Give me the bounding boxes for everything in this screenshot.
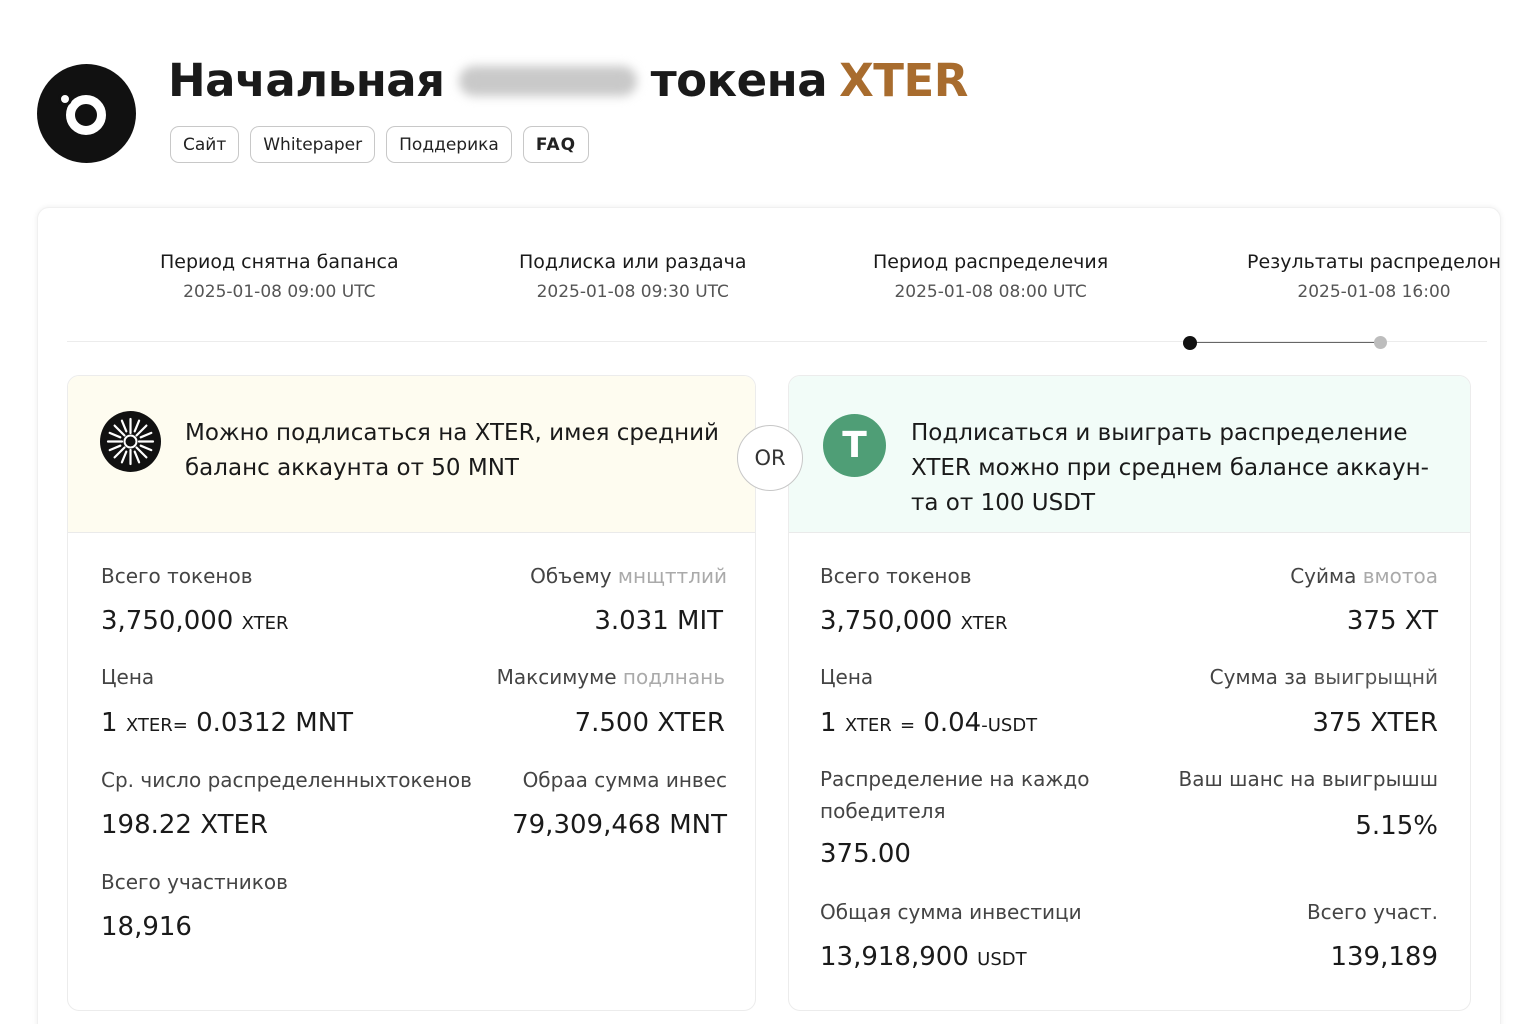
stage-results: Результаты распределон 2025-01-08 16:00 bbox=[1247, 251, 1501, 302]
participants-value: 139,189 bbox=[1330, 942, 1438, 972]
total-tokens-value: 3,750,000 XTER bbox=[820, 606, 1007, 636]
total-investment-value: 79,309,468 MNT bbox=[512, 810, 727, 840]
value-number: 3,750,000 bbox=[101, 606, 234, 636]
timeline-progress bbox=[1190, 342, 1380, 343]
whitepaper-link-button[interactable]: Whitepaper bbox=[250, 126, 376, 163]
value-number: 13,918,900 bbox=[820, 942, 969, 972]
price-equals: = bbox=[172, 715, 188, 736]
total-tokens-label: Всего токенов bbox=[101, 564, 253, 588]
max-subscription-label: Максимуме подлнань bbox=[497, 665, 725, 689]
total-tokens-value: 3,750,000 XTER bbox=[101, 606, 288, 636]
title-blurred-word bbox=[458, 65, 637, 96]
price-value: 1 XTER= 0.0312 MNT bbox=[101, 708, 353, 738]
per-winner-value: 375.00 bbox=[820, 839, 911, 869]
max-subscription-value: 7.500 XTER bbox=[574, 708, 725, 738]
participants-label: Всего участников bbox=[101, 870, 288, 894]
win-chance-label: Ваш шанс на выигрышш bbox=[1178, 767, 1438, 791]
value-unit: XTER bbox=[241, 613, 289, 634]
stage-date: 2025-01-08 09:30 UTC bbox=[536, 282, 729, 302]
stage-subscription: Подлиска или раздача 2025-01-08 09:30 UT… bbox=[519, 251, 746, 302]
or-separator: OR bbox=[737, 425, 803, 491]
title-part1: Начальная bbox=[168, 54, 445, 107]
timeline-next-dot bbox=[1374, 336, 1387, 349]
title-part2: токена bbox=[650, 54, 828, 107]
usdt-token-icon: T bbox=[823, 414, 886, 477]
stage-title: Период распределечия bbox=[873, 251, 1109, 273]
stage-title: Подлиска или раздача bbox=[519, 251, 747, 273]
price-label: Цена bbox=[820, 665, 874, 689]
price-one: 1 bbox=[820, 708, 837, 738]
label-visible: Максимуме bbox=[496, 665, 617, 689]
avg-tokens-label: Ср. число распределенныхтокенов bbox=[101, 768, 472, 792]
total-investment-label: Обраа сумма инвес bbox=[522, 768, 727, 792]
price-one: 1 bbox=[101, 708, 118, 738]
project-links: Сайт Whitepaper Поддерика FAQ bbox=[170, 126, 590, 163]
value-number: 3,750,000 bbox=[820, 606, 953, 636]
value-unit: USDT bbox=[977, 949, 1027, 970]
faq-link-button[interactable]: FAQ bbox=[522, 126, 590, 163]
page-title: Начальная токена XTER bbox=[168, 54, 968, 107]
mnt-token-icon bbox=[100, 411, 161, 472]
win-sum-value: 375 XTER bbox=[1312, 708, 1438, 738]
participants-label: Всего участ. bbox=[1306, 900, 1438, 924]
title-token-name: XTER bbox=[839, 54, 968, 107]
total-tokens-label: Всего токенов bbox=[820, 564, 972, 588]
stage-title: Период снятна бапанса bbox=[160, 251, 399, 273]
support-link-button[interactable]: Поддерика bbox=[386, 126, 512, 163]
stage-date: 2025-01-08 08:00 UTC bbox=[894, 282, 1087, 302]
card-header: Можно подлисаться на XTER, имея средний … bbox=[68, 376, 755, 533]
win-chance-value: 5.15% bbox=[1355, 811, 1438, 841]
card-description: Можно подлисаться на XTER, имея средний … bbox=[185, 420, 720, 481]
win-sum-label: Сумма за выигрыщнй bbox=[1210, 665, 1438, 689]
timeline-current-dot bbox=[1183, 336, 1197, 350]
price-amount: 0.0312 MNT bbox=[196, 708, 354, 738]
site-link-button[interactable]: Сайт bbox=[170, 126, 240, 163]
value-unit: XTER bbox=[960, 613, 1008, 634]
total-investment-label: Общая сумма инвестици bbox=[820, 900, 1082, 924]
per-winner-label-line1: Распределение на каждо bbox=[820, 767, 1090, 791]
price-unit: XTER bbox=[125, 715, 173, 736]
sum-value: 375 XT bbox=[1346, 606, 1438, 636]
usdt-subscription-card: T Подлисаться и выиграть распределение X… bbox=[788, 375, 1471, 1011]
total-investment-value: 13,918,900 USDT bbox=[820, 942, 1027, 972]
label-visible: Суйма bbox=[1290, 564, 1357, 588]
price-unit: XTER bbox=[844, 715, 892, 736]
label-visible: Объему bbox=[530, 564, 612, 588]
price-amount: 0.04 bbox=[923, 708, 982, 738]
label-faded: подлнань bbox=[622, 665, 725, 689]
price-label: Цена bbox=[101, 665, 155, 689]
label-small: выигрыщнй bbox=[1313, 665, 1438, 689]
participants-value: 18,916 bbox=[101, 912, 192, 942]
label-visible: Сумма за bbox=[1209, 665, 1308, 689]
stage-snapshot: Период снятна бапанса 2025-01-08 09:00 U… bbox=[160, 251, 399, 302]
logo-ring bbox=[66, 95, 106, 135]
stage-date: 2025-01-08 16:00 bbox=[1297, 282, 1451, 302]
card-description: Подлисаться и выиграть распределение XTE… bbox=[911, 420, 1429, 516]
per-winner-label-line2: победителя bbox=[820, 799, 946, 823]
stage-distribution: Период распределечия 2025-01-08 08:00 UT… bbox=[873, 251, 1108, 302]
stage-date: 2025-01-08 09:00 UTC bbox=[183, 282, 376, 302]
sum-label: Суйма вмотоа bbox=[1290, 564, 1438, 588]
price-equals: = bbox=[899, 715, 916, 736]
logo-dot bbox=[58, 92, 72, 106]
mnt-subscription-card: Можно подлисаться на XTER, имея средний … bbox=[67, 375, 756, 1011]
price-quote-unit: -USDT bbox=[981, 715, 1038, 736]
xter-logo bbox=[37, 64, 136, 163]
volume-label: Объему мнщттлий bbox=[530, 564, 727, 588]
stage-title: Результаты распределон bbox=[1247, 251, 1501, 273]
label-faded: мнщттлий bbox=[617, 564, 727, 588]
label-faded: вмотоа bbox=[1362, 564, 1438, 588]
price-value: 1 XTER = 0.04-USDT bbox=[820, 708, 1037, 738]
volume-value: 3.031 MIT bbox=[594, 606, 723, 636]
avg-tokens-value: 198.22 XTER bbox=[101, 810, 268, 840]
card-header: T Подлисаться и выиграть распределение X… bbox=[789, 376, 1470, 533]
